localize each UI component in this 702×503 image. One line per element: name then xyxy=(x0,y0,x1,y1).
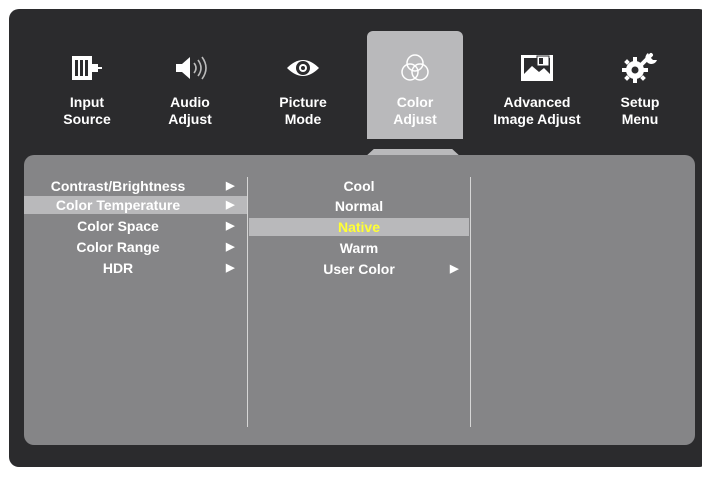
menu-panel: Contrast/Brightness ▶ Color Temperature … xyxy=(24,155,695,445)
color-circles-icon xyxy=(367,53,463,83)
menu-item-label: Color Range xyxy=(76,239,160,255)
tab-label-line1: Input xyxy=(69,94,105,110)
gear-wrench-icon xyxy=(600,53,680,83)
tab-label-line2: Image Adjust xyxy=(493,111,581,127)
tab-setup-menu[interactable]: Setup Menu xyxy=(600,31,680,139)
submenu-arrow-icon: ▶ xyxy=(226,199,235,211)
menu-item-color-range[interactable]: Color Range ▶ xyxy=(24,238,247,256)
eye-icon xyxy=(255,53,351,83)
submenu-item-normal[interactable]: Normal xyxy=(249,197,469,215)
submenu-item-label: Warm xyxy=(339,240,379,256)
submenu-item-native[interactable]: Native xyxy=(249,218,469,236)
tab-color-adjust[interactable]: Color Adjust xyxy=(367,31,463,139)
submenu-item-user-color[interactable]: User Color ▶ xyxy=(249,260,469,278)
osd-menu: Input Source Audio Adjust Picture Mode C… xyxy=(9,9,702,467)
submenu-item-label: Cool xyxy=(343,178,375,194)
tab-label-line1: Setup xyxy=(620,94,660,110)
tab-audio-adjust[interactable]: Audio Adjust xyxy=(142,31,238,139)
tab-label-line1: Audio xyxy=(170,94,210,110)
tab-label-line2: Adjust xyxy=(168,111,212,127)
tab-label-line2: Menu xyxy=(621,111,659,127)
tab-label-line1: Color xyxy=(396,94,434,110)
menu-item-contrast-brightness[interactable]: Contrast/Brightness ▶ xyxy=(24,177,247,195)
submenu-arrow-icon: ▶ xyxy=(226,180,235,192)
submenu-item-warm[interactable]: Warm xyxy=(249,239,469,257)
menu-item-color-temperature[interactable]: Color Temperature ▶ xyxy=(24,196,247,214)
speaker-icon xyxy=(142,53,238,83)
tab-label-line1: Picture xyxy=(279,94,327,110)
tab-label-line2: Adjust xyxy=(393,111,437,127)
submenu-arrow-icon: ▶ xyxy=(450,263,459,275)
tab-label-line2: Source xyxy=(63,111,111,127)
menu-item-label: Contrast/Brightness xyxy=(50,178,186,194)
tab-label-line1: Advanced xyxy=(503,94,571,110)
input-source-icon xyxy=(39,53,135,83)
submenu-item-label: Normal xyxy=(334,198,384,214)
menu-item-color-space[interactable]: Color Space ▶ xyxy=(24,217,247,235)
tab-advanced-image-adjust[interactable]: Advanced Image Adjust xyxy=(478,31,596,139)
menu-item-label: Color Space xyxy=(77,218,159,234)
column-divider xyxy=(247,177,248,427)
image-adjust-icon xyxy=(478,53,596,83)
tab-input-source[interactable]: Input Source xyxy=(39,31,135,139)
column-divider xyxy=(470,177,471,427)
menu-item-label: Color Temperature xyxy=(55,197,181,213)
tab-picture-mode[interactable]: Picture Mode xyxy=(255,31,351,139)
menu-item-hdr[interactable]: HDR ▶ xyxy=(24,259,247,277)
tab-label-line2: Mode xyxy=(284,111,322,127)
submenu-item-label: Native xyxy=(337,219,381,235)
menu-item-label: HDR xyxy=(102,260,134,276)
submenu-item-cool[interactable]: Cool xyxy=(249,177,469,195)
submenu-item-label: User Color xyxy=(323,261,395,277)
submenu-arrow-icon: ▶ xyxy=(226,241,235,253)
submenu-arrow-icon: ▶ xyxy=(226,262,235,274)
submenu-arrow-icon: ▶ xyxy=(226,220,235,232)
